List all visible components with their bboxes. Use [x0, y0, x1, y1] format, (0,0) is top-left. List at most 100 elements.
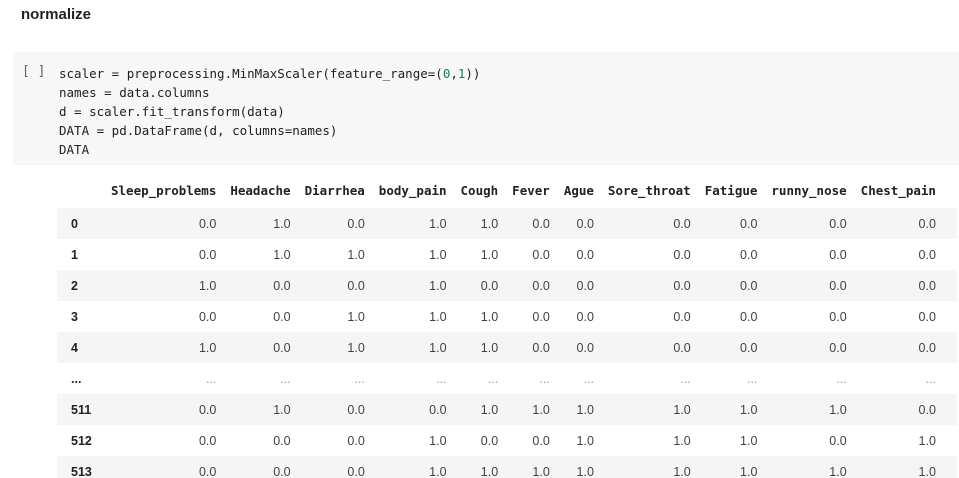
table-cell: 1.0	[576, 433, 594, 448]
table-cell: 1.0	[764, 394, 854, 425]
table-cell: 0.0	[576, 309, 594, 324]
code-editor[interactable]: scaler = preprocessing.MinMaxScaler(feat…	[59, 64, 480, 159]
table-cell: 0.0	[104, 394, 224, 425]
table-row: 4 1.0 0.0 1.0 1.0 1.0 0.0 0.0 0.0 0.0 0.0 0.0	[57, 332, 957, 363]
table-cell: 1.0	[740, 433, 758, 448]
table-cell: 1.0	[104, 270, 224, 301]
table-cell: 0.0	[600, 332, 698, 363]
table-cell: 0.0	[829, 433, 847, 448]
table-cell: 1.0	[505, 394, 557, 425]
table-cell: 0.0	[505, 332, 557, 363]
table-cell: 0.0	[198, 247, 217, 262]
row-index: 1	[71, 247, 78, 262]
table-cell: 0.0	[104, 456, 224, 478]
table-cell: ...	[539, 371, 550, 386]
table-cell: 0.0	[453, 270, 506, 301]
table-cell: 0.0	[697, 270, 765, 301]
row-index: 2	[57, 270, 104, 301]
table-cell: 1.0	[453, 394, 506, 425]
dataframe-table: Sleep_problems Headache Diarrhea body_pain C…	[57, 172, 957, 478]
code-token: d = scaler.fit_transform(data)	[59, 104, 285, 119]
table-row: 511 0.0 1.0 0.0 0.0 1.0 1.0 1.0 1.0 1.0 1.0 0.0	[57, 394, 957, 425]
table-cell	[942, 394, 957, 425]
table-cell: 0.0	[740, 247, 758, 262]
table-row: 2 1.0 0.0 0.0 1.0 0.0 0.0 0.0 0.0 0.0 0.0 0.0	[57, 270, 957, 301]
table-cell: 1.0	[600, 394, 698, 425]
table-cell: 0.0	[273, 309, 291, 324]
row-index: 511	[57, 394, 104, 425]
table-cell: 1.0	[297, 332, 372, 363]
table-cell: 0.0	[297, 394, 372, 425]
column-header: Headache	[230, 182, 291, 198]
table-cell: 0.0	[556, 270, 601, 301]
table-cell: 0.0	[853, 332, 943, 363]
code-token: ,	[450, 66, 458, 81]
table-cell: 1.0	[371, 332, 454, 363]
table-cell: 0.0	[697, 208, 765, 239]
table-cell: 0.0	[198, 309, 217, 324]
table-cell: 1.0	[429, 247, 447, 262]
table-cell: 0.0	[297, 270, 372, 301]
table-cell: 0.0	[532, 309, 550, 324]
table-cell: 0.0	[600, 270, 698, 301]
table-cell: 0.0	[297, 456, 372, 478]
table-cell: 1.0	[918, 433, 936, 448]
table-cell: 1.0	[673, 433, 691, 448]
table-cell: 0.0	[853, 394, 943, 425]
table-cell	[942, 456, 957, 478]
column-header: Chest_pain	[860, 182, 936, 198]
code-line: DATA	[59, 140, 480, 159]
table-cell: 1.0	[697, 394, 765, 425]
table-cell: 0.0	[576, 247, 594, 262]
table-cell: 0.0	[505, 208, 557, 239]
table-cell	[943, 363, 957, 394]
table-cell: 1.0	[480, 247, 499, 262]
column-header: runny_nose	[771, 182, 847, 198]
table-cell: 0.0	[829, 247, 847, 262]
table-cell: 0.0	[480, 433, 499, 448]
column-header: body_pain	[378, 182, 447, 198]
table-cell: 1.0	[273, 247, 291, 262]
table-cell: 1.0	[453, 332, 506, 363]
code-line: d = scaler.fit_transform(data)	[59, 102, 480, 121]
code-line: DATA = pd.DataFrame(d, columns=names)	[59, 121, 480, 140]
table-cell: 0.0	[673, 247, 691, 262]
table-cell: ...	[436, 371, 447, 386]
table-cell: ...	[836, 371, 847, 386]
table-cell: 1.0	[223, 208, 298, 239]
table-cell: 0.0	[532, 247, 550, 262]
table-cell: 1.0	[853, 456, 943, 478]
table-cell	[943, 301, 957, 332]
table-cell: 0.0	[198, 433, 217, 448]
table-cell: 0.0	[829, 309, 847, 324]
code-token: scaler = preprocessing.MinMaxScaler(feat…	[59, 66, 443, 81]
run-cell-button[interactable]: [ ]	[22, 64, 45, 79]
table-cell: 0.0	[556, 332, 601, 363]
table-cell: 0.0	[347, 433, 365, 448]
index-header	[57, 172, 104, 208]
table-cell: 0.0	[223, 332, 298, 363]
header-row: Sleep_problems Headache Diarrhea body_pain C…	[57, 172, 957, 208]
column-header: Fatigue	[704, 182, 758, 198]
table-row: 3 0.0 0.0 1.0 1.0 1.0 0.0 0.0 0.0 0.0 0.0 0.0	[57, 301, 957, 332]
table-cell: ...	[746, 371, 758, 386]
table-cell: 1.0	[697, 456, 765, 478]
table-cell: 1.0	[453, 208, 506, 239]
table-cell: ...	[925, 371, 936, 386]
table-cell: 1.0	[764, 456, 854, 478]
table-cell: ...	[354, 371, 365, 386]
table-cell: 1.0	[223, 394, 298, 425]
table-cell: 0.0	[532, 433, 550, 448]
column-header: Sore_throat	[607, 182, 691, 198]
table-cell: 0.0	[104, 208, 224, 239]
table-cell: 1.0	[505, 456, 557, 478]
table-cell: 0.0	[697, 332, 765, 363]
table-cell: 0.0	[371, 394, 454, 425]
row-index: 4	[57, 332, 104, 363]
table-cell: 0.0	[764, 208, 854, 239]
table-cell: 1.0	[347, 247, 365, 262]
column-header: Sleep_problems	[111, 182, 217, 198]
table-row: 513 0.0 0.0 0.0 1.0 1.0 1.0 1.0 1.0 1.0 1.0 1.0	[57, 456, 957, 478]
table-cell: 1.0	[347, 309, 365, 324]
code-cell[interactable]: [ ] scaler = preprocessing.MinMaxScaler(…	[13, 52, 959, 165]
